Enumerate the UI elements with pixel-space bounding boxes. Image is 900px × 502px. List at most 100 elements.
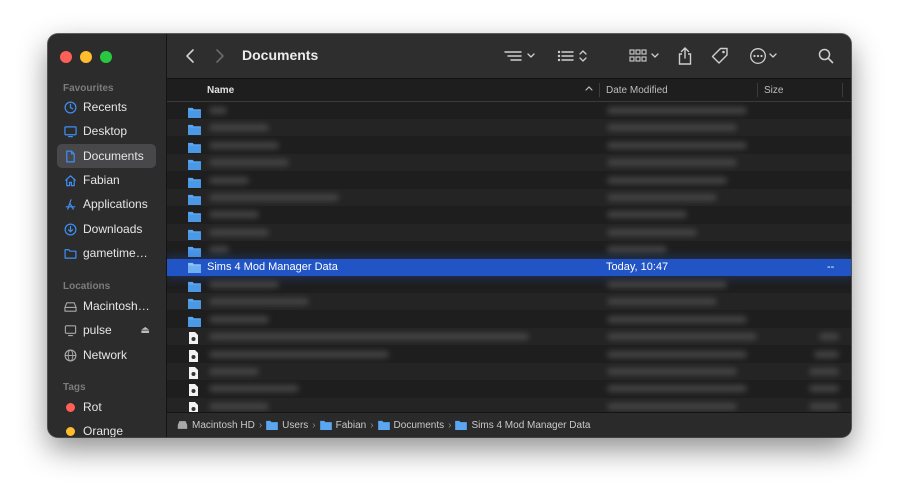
window-title: Documents — [242, 47, 319, 63]
applications-icon — [64, 198, 77, 211]
window-controls — [60, 51, 112, 63]
chevron-right-icon — [216, 49, 224, 63]
sidebar-item-applications[interactable]: Applications — [57, 192, 156, 216]
sidebar-item-macintosh[interactable]: Macintosh… — [57, 294, 156, 318]
desktop-icon — [64, 125, 77, 138]
home-icon — [64, 174, 77, 187]
more-actions-button[interactable] — [749, 45, 781, 67]
minimize-button[interactable] — [80, 51, 92, 63]
forward-button[interactable] — [215, 45, 225, 67]
red-tag-icon — [66, 402, 75, 412]
column-size[interactable]: Size — [764, 85, 783, 96]
table-row[interactable] — [167, 241, 851, 258]
column-date-modified[interactable]: Date Modified — [606, 85, 668, 96]
table-row[interactable] — [167, 363, 851, 380]
table-row[interactable] — [167, 276, 851, 293]
path-bar: Macintosh HD › Users › Fabian › Document… — [167, 412, 851, 437]
table-row[interactable] — [167, 223, 851, 241]
table-row[interactable] — [167, 137, 851, 154]
file-date-modified: Today, 10:47 — [606, 260, 669, 273]
path-item-label: Macintosh HD — [192, 419, 255, 431]
sidebar-item-label: Documents — [83, 149, 144, 163]
sidebar-item-label: Orange — [83, 424, 124, 437]
sidebar-item-documents[interactable]: Documents — [57, 144, 156, 168]
table-row[interactable] — [167, 397, 851, 413]
zoom-button[interactable] — [100, 51, 112, 63]
sidebar-item-tag-rot[interactable]: Rot — [57, 395, 156, 419]
folder-icon — [266, 420, 278, 430]
close-button[interactable] — [60, 51, 72, 63]
search-icon — [818, 48, 834, 64]
sort-chevron-up-icon[interactable] — [585, 84, 593, 95]
share-icon — [678, 47, 692, 65]
path-item-label: Sims 4 Mod Manager Data — [471, 419, 591, 431]
table-row[interactable] — [167, 346, 851, 363]
ellipsis-circle-icon — [750, 48, 777, 64]
computer-icon — [64, 324, 77, 337]
column-name[interactable]: Name — [207, 85, 234, 96]
sidebar-item-label: Rot — [83, 400, 102, 414]
folder-icon — [455, 420, 468, 430]
sidebar-item-label: Recents — [83, 100, 128, 114]
path-item-documents[interactable]: Documents — [377, 419, 445, 431]
sidebar-item-label: Applications — [83, 197, 148, 211]
file-size: -- — [827, 260, 835, 273]
table-row[interactable] — [167, 206, 851, 223]
sidebar: Favourites Recents Desktop Documents Fab… — [48, 34, 167, 437]
group-button[interactable] — [557, 45, 591, 67]
sidebar-item-tag-orange[interactable]: Orange — [57, 419, 156, 437]
sidebar-item-label: Desktop — [83, 124, 128, 138]
sidebar-item-label: Macintosh… — [83, 299, 150, 313]
path-item-label: Users — [282, 419, 309, 431]
list-view-icon — [504, 51, 535, 61]
column-header: Name Date Modified Size — [167, 79, 851, 102]
table-row[interactable] — [167, 102, 851, 119]
share-button[interactable] — [678, 45, 692, 67]
path-item-fabian[interactable]: Fabian — [319, 419, 367, 431]
path-item-sims4[interactable]: Sims 4 Mod Manager Data — [455, 420, 590, 431]
favourites-heading: Favourites — [63, 83, 114, 94]
eject-icon[interactable]: ⏏ — [141, 325, 150, 336]
table-row[interactable] — [167, 311, 851, 328]
path-item-label: Fabian — [335, 419, 367, 431]
folder-icon — [319, 420, 332, 430]
chevron-left-icon — [186, 49, 194, 63]
table-row[interactable] — [167, 172, 851, 189]
path-item-label: Documents — [393, 419, 445, 431]
path-item-macintosh-hd[interactable]: Macintosh HD — [177, 420, 255, 431]
download-icon — [64, 223, 77, 236]
table-row[interactable] — [167, 380, 851, 397]
table-row[interactable] — [167, 119, 851, 137]
sidebar-item-recents[interactable]: Recents — [57, 95, 156, 119]
chevron-right-icon: › — [258, 419, 263, 431]
main-pane: Documents Name Date Modified Size Sims 4… — [167, 34, 851, 437]
view-options-button[interactable] — [504, 45, 538, 67]
sidebar-item-pulse[interactable]: pulse ⏏ — [57, 318, 156, 342]
tag-button[interactable] — [711, 45, 729, 67]
table-row-selected[interactable]: Sims 4 Mod Manager Data Today, 10:47 -- — [167, 258, 851, 276]
harddisk-icon — [177, 421, 188, 429]
back-button[interactable] — [185, 45, 195, 67]
icon-view-button[interactable] — [629, 45, 663, 67]
table-row[interactable] — [167, 328, 851, 346]
folder-icon — [64, 247, 77, 260]
file-list: Sims 4 Mod Manager Data Today, 10:47 -- — [167, 102, 851, 413]
table-row[interactable] — [167, 154, 851, 172]
sidebar-item-fabian[interactable]: Fabian — [57, 168, 156, 192]
globe-icon — [64, 349, 77, 362]
sidebar-item-network[interactable]: Network — [57, 343, 156, 367]
table-row[interactable] — [167, 189, 851, 206]
sidebar-item-desktop[interactable]: Desktop — [57, 119, 156, 143]
clock-icon — [64, 101, 77, 114]
sidebar-item-label: Network — [83, 348, 128, 362]
search-button[interactable] — [818, 45, 834, 67]
locations-heading: Locations — [63, 281, 111, 292]
table-row[interactable] — [167, 293, 851, 311]
path-item-users[interactable]: Users — [266, 420, 308, 431]
document-icon — [64, 150, 77, 163]
folder-icon — [377, 420, 390, 430]
harddisk-icon — [64, 300, 77, 313]
toolbar: Documents — [167, 34, 851, 79]
sidebar-item-downloads[interactable]: Downloads — [57, 217, 156, 241]
sidebar-item-gametime[interactable]: gametime… — [57, 241, 156, 265]
